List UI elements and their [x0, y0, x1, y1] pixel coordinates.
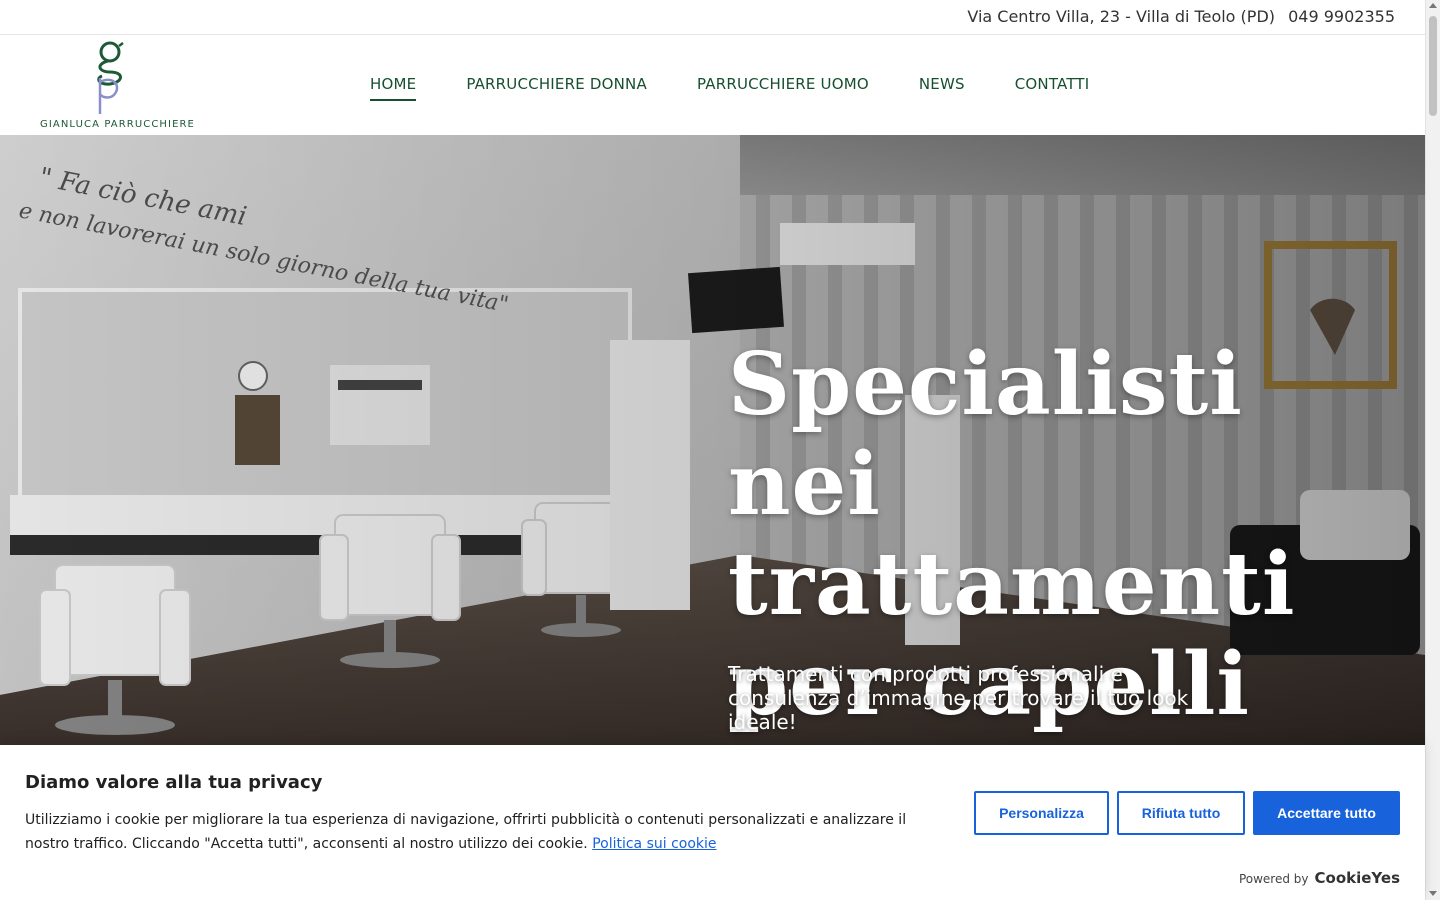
cookieyes-logo: CookieYes [1314, 869, 1401, 887]
nav-item-home[interactable]: HOME [370, 75, 417, 101]
page-scrollbar[interactable] [1425, 0, 1440, 900]
nav-item-news[interactable]: NEWS [919, 75, 965, 93]
cookie-banner-title: Diamo valore alla tua privacy [25, 772, 323, 793]
main-navigation: HOME PARRUCCHIERE DONNA PARRUCCHIERE UOM… [370, 75, 1139, 101]
scrollbar-thumb[interactable] [1429, 16, 1437, 116]
customize-cookies-button[interactable]: Personalizza [974, 791, 1109, 835]
accept-all-cookies-button[interactable]: Accettare tutto [1253, 791, 1400, 835]
powered-by-label: Powered by [1238, 872, 1309, 886]
hero-section: " Fa ciò che ami e non lavorerai un solo… [0, 135, 1425, 750]
scroll-down-arrow-icon[interactable] [1429, 891, 1437, 896]
powered-by-cookieyes[interactable]: Powered by CookieYes [1239, 869, 1400, 887]
cookie-banner-description: Utilizziamo i cookie per migliorare la t… [25, 808, 945, 856]
scroll-up-arrow-icon[interactable] [1429, 3, 1437, 8]
cookie-policy-link[interactable]: Politica sui cookie [592, 836, 716, 852]
nav-item-contatti[interactable]: CONTATTI [1015, 75, 1090, 93]
cookie-consent-banner: Diamo valore alla tua privacy Utilizziam… [0, 745, 1425, 900]
top-contact-bar: Via Centro Villa, 23 - Villa di Teolo (P… [0, 0, 1425, 35]
nav-item-parrucchiere-donna[interactable]: PARRUCCHIERE DONNA [466, 75, 647, 93]
nav-item-parrucchiere-uomo[interactable]: PARRUCCHIERE UOMO [697, 75, 869, 93]
logo-monogram [97, 41, 124, 114]
logo-brand-text: GIANLUCA PARRUCCHIERE [40, 119, 195, 130]
cookie-description-text: Utilizziamo i cookie per migliorare la t… [25, 812, 907, 852]
reject-all-cookies-button[interactable]: Rifiuta tutto [1117, 791, 1245, 835]
site-logo[interactable]: GIANLUCA PARRUCCHIERE [38, 40, 194, 132]
site-header: GIANLUCA PARRUCCHIERE HOME PARRUCCHIERE … [0, 35, 1425, 135]
hero-subline: Trattamenti con prodotti professionali e… [728, 662, 1189, 734]
phone-link[interactable]: 049 9902355 [1288, 7, 1395, 26]
address-text: Via Centro Villa, 23 - Villa di Teolo (P… [967, 7, 1275, 26]
